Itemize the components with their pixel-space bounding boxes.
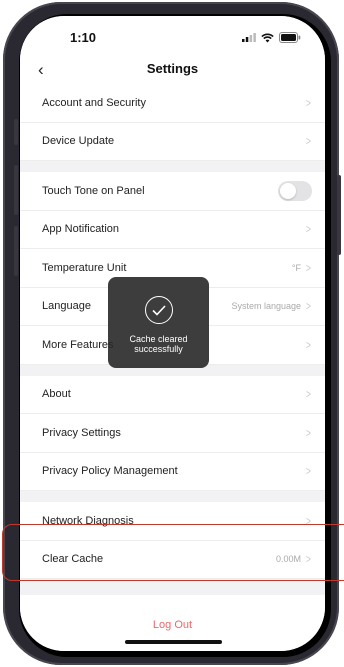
chevron-right-icon: > [306, 425, 311, 440]
setting-label: Account and Security [42, 96, 146, 109]
page-title: Settings [146, 61, 199, 76]
section-gap [20, 491, 325, 502]
setting-label: About [42, 388, 71, 401]
setting-privacy-policy[interactable]: Privacy Policy Management > [20, 452, 325, 491]
home-indicator [125, 640, 222, 644]
section-gap [20, 161, 325, 172]
setting-privacy-settings[interactable]: Privacy Settings > [20, 414, 325, 453]
section-gap [20, 579, 325, 595]
checkmark-circle-icon [144, 296, 173, 324]
status-bar: 1:10 [20, 16, 325, 56]
chevron-right-icon: > [306, 552, 311, 567]
chevron-right-icon: > [306, 95, 311, 110]
touch-tone-toggle[interactable] [278, 180, 312, 201]
setting-touch-tone: Touch Tone on Panel [20, 172, 325, 211]
status-icons [242, 32, 301, 43]
setting-label: More Features [42, 338, 114, 351]
chevron-right-icon: > [306, 513, 311, 528]
setting-label: Network Diagnosis [42, 514, 134, 527]
status-time: 1:10 [70, 30, 97, 45]
chevron-right-icon: > [306, 222, 311, 237]
chevron-right-icon: > [306, 134, 311, 149]
chevron-right-icon: > [306, 337, 311, 352]
setting-value: °F [291, 262, 301, 273]
logout-button[interactable]: Log Out [153, 619, 192, 631]
setting-label: Privacy Policy Management [42, 465, 178, 478]
toast-message: Cache cleared successfully [129, 334, 188, 354]
setting-about[interactable]: About > [20, 375, 325, 414]
setting-label: Language [42, 300, 91, 313]
power-button [337, 175, 341, 255]
nav-bar: ‹ Settings [20, 56, 325, 84]
setting-label: Clear Cache [42, 553, 104, 566]
setting-label: App Notification [42, 223, 120, 236]
setting-network-diagnosis[interactable]: Network Diagnosis > [20, 502, 325, 541]
volume-up-button [14, 165, 18, 215]
setting-label: Device Update [42, 135, 115, 148]
cache-size-value: 0.00M [275, 554, 301, 565]
cellular-signal-icon [242, 33, 256, 42]
setting-account-security[interactable]: Account and Security > [20, 84, 325, 123]
setting-label: Temperature Unit [42, 261, 127, 274]
chevron-right-icon: > [306, 299, 311, 314]
setting-label: Privacy Settings [42, 426, 121, 439]
setting-value: System language [231, 301, 301, 312]
setting-device-update[interactable]: Device Update > [20, 122, 325, 161]
chevron-right-icon: > [306, 464, 311, 479]
mute-switch [14, 119, 18, 145]
battery-icon [279, 32, 301, 43]
setting-app-notification[interactable]: App Notification > [20, 210, 325, 249]
setting-clear-cache[interactable]: Clear Cache 0.00M > [20, 540, 325, 579]
volume-down-button [14, 226, 18, 276]
chevron-right-icon: > [306, 260, 311, 275]
cache-cleared-toast: Cache cleared successfully [108, 277, 209, 368]
chevron-right-icon: > [306, 387, 311, 402]
setting-label: Touch Tone on Panel [42, 184, 145, 197]
wifi-icon [261, 33, 274, 42]
